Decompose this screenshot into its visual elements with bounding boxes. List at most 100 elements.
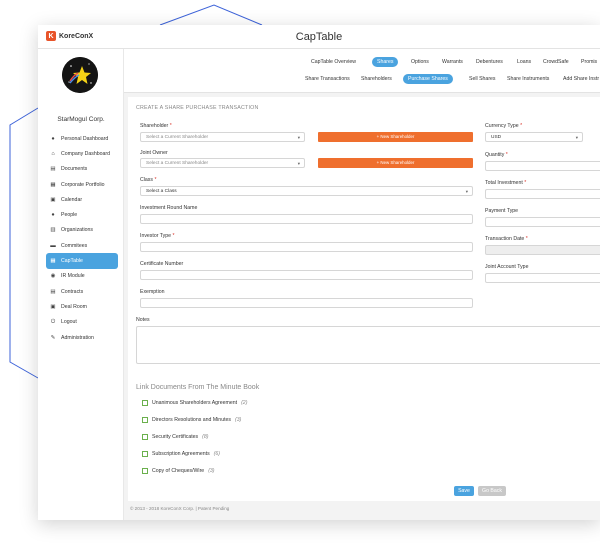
joint-owner-select-value: Select a Current Shareholder xyxy=(146,161,209,166)
tab-debentures[interactable]: Debentures xyxy=(471,57,508,67)
home-icon: ⌂ xyxy=(51,150,55,157)
document-count: (3) xyxy=(208,468,215,474)
document-checkbox[interactable] xyxy=(142,417,148,423)
document-count: (6) xyxy=(213,451,221,457)
tab-sell-shares[interactable]: Sell Shares xyxy=(464,74,501,84)
required-mark: * xyxy=(524,180,527,186)
document-count: (3) xyxy=(235,417,242,423)
shareholder-label-text: Shareholder xyxy=(140,123,169,129)
document-checkbox[interactable] xyxy=(142,451,148,457)
footer-copyright: © 2013 - 2018 KoreConX Corp. | Patent Pe… xyxy=(130,506,230,511)
sidebar-item-company-dashboard[interactable]: ⌂ Company Dashboard xyxy=(46,146,118,161)
sidebar-item-calendar[interactable]: ▣ Calendar xyxy=(46,192,118,207)
total-investment-input[interactable] xyxy=(485,189,600,199)
wrench-icon: ✎ xyxy=(50,334,56,341)
sidebar-item-organizations[interactable]: ▥ Organizations xyxy=(46,223,118,238)
document-count: (2) xyxy=(241,400,248,406)
joint-owner-select[interactable]: Select a Current Shareholder ▾ xyxy=(140,158,305,168)
joint-account-type-input[interactable] xyxy=(485,273,600,283)
sidebar-item-people[interactable]: ● People xyxy=(46,207,118,222)
tab-purchase-shares[interactable]: Purchase Shares xyxy=(403,74,453,84)
currency-type-label: Currency Type * xyxy=(485,123,522,129)
new-shareholder-button[interactable]: + New Shareholder xyxy=(318,132,473,142)
document-item[interactable]: Copy of Cheques/Wire (3) xyxy=(142,468,215,474)
exemption-input[interactable] xyxy=(140,298,473,308)
sidebar: StarMogul Corp. ● Personal Dashboard ⌂ Com… xyxy=(38,49,124,520)
sidebar-nav: ● Personal Dashboard ⌂ Company Dashboard ▤… xyxy=(46,131,118,345)
secondary-tabs: Share Transactions Shareholders Purchase… xyxy=(124,72,600,86)
tab-options[interactable]: Options xyxy=(406,57,434,67)
company-name: StarMogul Corp. xyxy=(57,116,105,123)
document-item[interactable]: Unanimous Shareholders Agreement (2) xyxy=(142,400,247,406)
people-icon: ● xyxy=(51,212,55,219)
save-button[interactable]: Save xyxy=(454,486,474,496)
certificate-number-label: Certificate Number xyxy=(140,261,184,267)
exemption-label: Exemption xyxy=(140,289,165,295)
required-mark: * xyxy=(525,236,528,242)
sidebar-item-commitees[interactable]: ▬ Commitees xyxy=(46,238,118,253)
tab-shares[interactable]: Shares xyxy=(372,57,399,67)
payment-type-input[interactable] xyxy=(485,217,600,227)
sidebar-item-captable[interactable]: ▦ CapTable xyxy=(46,253,118,269)
notes-label: Notes xyxy=(136,317,150,323)
tab-share-instruments[interactable]: Share Instruments xyxy=(502,74,554,84)
joint-account-type-label: Joint Account Type xyxy=(485,264,529,270)
joint-owner-label: Joint Owner xyxy=(140,150,168,156)
investor-type-input[interactable] xyxy=(140,242,473,252)
top-navigation: CapTable Overview Shares Options Warrant… xyxy=(124,49,600,93)
quantity-input[interactable] xyxy=(485,161,600,171)
contract-icon: ▤ xyxy=(50,288,56,295)
tab-promissory[interactable]: Promis xyxy=(576,57,600,67)
document-label: Subscription Agreements xyxy=(152,451,210,457)
required-mark: * xyxy=(520,123,523,129)
page-title: CapTable xyxy=(295,31,343,43)
currency-select[interactable]: USD ▾ xyxy=(485,132,583,142)
shareholder-select[interactable]: Select a Current Shareholder ▾ xyxy=(140,132,305,142)
shareholder-select-value: Select a Current Shareholder xyxy=(146,135,209,140)
investment-round-input[interactable] xyxy=(140,214,473,224)
document-item[interactable]: Directors Resolutions and Minutes (3) xyxy=(142,417,241,423)
sidebar-item-ir-module[interactable]: ◉ IR Module xyxy=(46,269,118,284)
sidebar-item-contracts[interactable]: ▤ Contracts xyxy=(46,284,118,299)
document-label: Security Certificates xyxy=(152,434,199,440)
quantity-label: Quantity * xyxy=(485,152,508,158)
sidebar-item-label: CapTable xyxy=(61,258,83,265)
new-joint-owner-button[interactable]: + New Shareholder xyxy=(318,158,473,168)
required-mark: * xyxy=(154,177,157,183)
document-label: Directors Resolutions and Minutes xyxy=(152,417,232,423)
investment-round-label: Investment Round Name xyxy=(140,205,198,211)
tab-add-share-instrument[interactable]: Add Share Instr xyxy=(558,74,600,84)
sidebar-item-label: Deal Room xyxy=(61,303,87,310)
sidebar-item-personal-dashboard[interactable]: ● Personal Dashboard xyxy=(46,131,118,146)
notes-textarea[interactable] xyxy=(136,326,600,364)
sidebar-item-label: Company Dashboard xyxy=(61,150,111,157)
document-checkbox[interactable] xyxy=(142,434,148,440)
document-checkbox[interactable] xyxy=(142,468,148,474)
sidebar-item-logout[interactable]: ⏻ Logout xyxy=(46,315,118,330)
go-back-button[interactable]: Go Back xyxy=(478,486,506,496)
quantity-label-text: Quantity xyxy=(485,152,505,158)
class-select[interactable]: Select a Class ▾ xyxy=(140,186,473,196)
sidebar-item-documents[interactable]: ▤ Documents xyxy=(46,162,118,177)
certificate-number-input[interactable] xyxy=(140,270,473,280)
tab-share-transactions[interactable]: Share Transactions xyxy=(300,74,355,84)
title-bar: K KoreConX CapTable xyxy=(38,25,600,49)
document-item[interactable]: Subscription Agreements (6) xyxy=(142,451,220,457)
sidebar-item-deal-room[interactable]: ▣ Deal Room xyxy=(46,299,118,314)
person-icon: ● xyxy=(51,135,55,142)
tab-crowdsafe[interactable]: CrowdSafe xyxy=(538,57,574,67)
tab-shareholders[interactable]: Shareholders xyxy=(356,74,397,84)
sidebar-item-label: Organizations xyxy=(61,227,94,234)
transaction-date-input[interactable] xyxy=(485,245,600,255)
tab-loans[interactable]: Loans xyxy=(512,57,536,67)
company-avatar[interactable] xyxy=(62,57,98,93)
document-checkbox[interactable] xyxy=(142,400,148,406)
tab-captable-overview[interactable]: CapTable Overview xyxy=(306,57,361,67)
tab-warrants[interactable]: Warrants xyxy=(437,57,468,67)
document-item[interactable]: Security Certificates (8) xyxy=(142,434,208,440)
sidebar-item-administration[interactable]: ✎ Administration xyxy=(46,330,118,345)
required-mark: * xyxy=(172,233,175,239)
portfolio-icon: ▦ xyxy=(50,181,56,188)
sidebar-item-label: Calendar xyxy=(61,196,83,203)
sidebar-item-corporate-portfolio[interactable]: ▦ Corporate Portfolio xyxy=(46,177,118,192)
